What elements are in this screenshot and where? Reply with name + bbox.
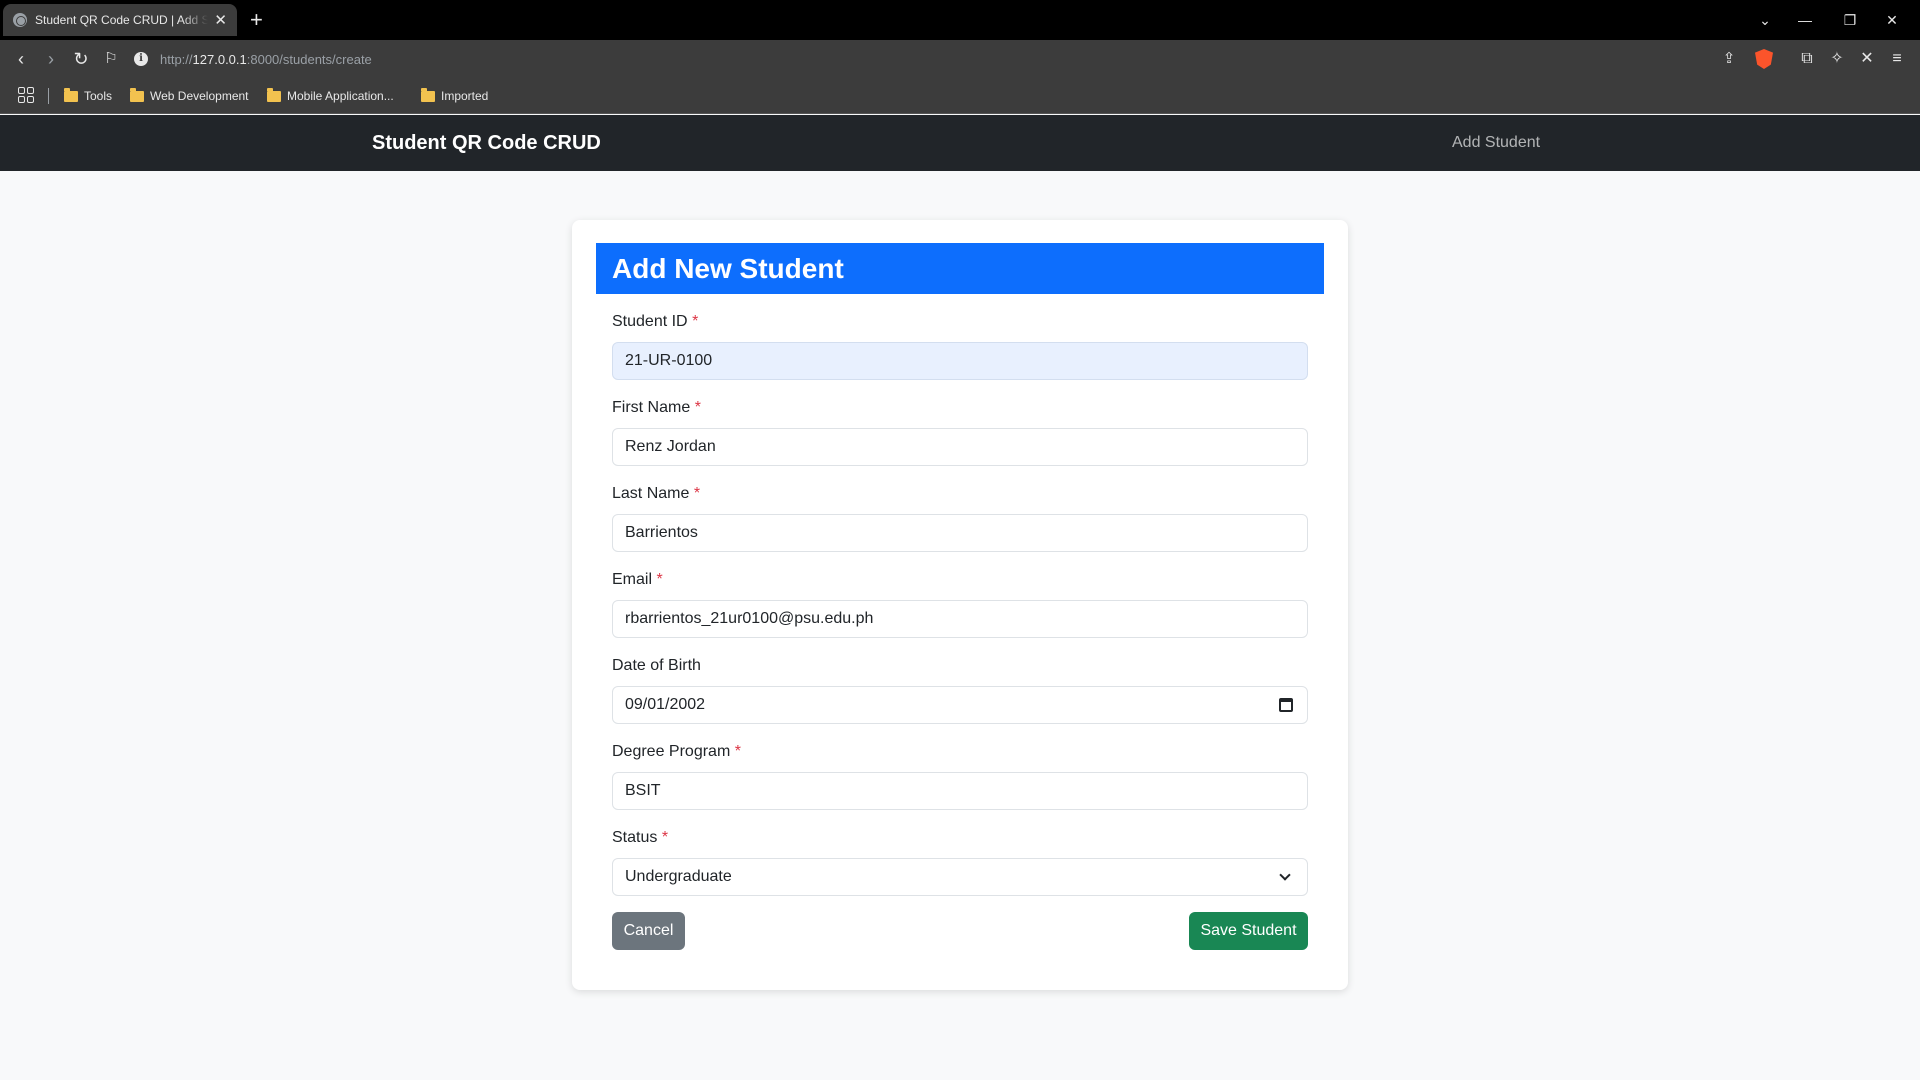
globe-icon (13, 13, 27, 27)
dob-value: 09/01/2002 (625, 696, 706, 713)
save-student-button[interactable]: Save Student (1189, 912, 1308, 950)
folder-icon (130, 87, 144, 102)
calendar-icon[interactable] (1279, 698, 1293, 712)
bookmark-web-development[interactable]: Web Development (130, 87, 249, 105)
last-name-label-text: Last Name (612, 485, 690, 502)
status-select[interactable]: Undergraduate (612, 858, 1308, 896)
status-label-text: Status (612, 829, 658, 846)
tab-search-icon[interactable]: ⌄ (1745, 0, 1785, 40)
dob-label-text: Date of Birth (612, 657, 701, 674)
bookmark-tools[interactable]: Tools (64, 87, 112, 105)
share-icon[interactable]: ⇪ (1718, 48, 1740, 70)
tab-title: Student QR Code CRUD | Add Student (35, 13, 209, 27)
browser-tabstrip: Student QR Code CRUD | Add Student ✕ + ⌄… (0, 0, 1920, 40)
required-mark: * (693, 485, 701, 502)
folder-icon (64, 87, 78, 102)
required-mark: * (656, 571, 663, 588)
status-label: Status * (612, 829, 668, 847)
bookmark-icon[interactable]: ⚐ (100, 48, 122, 70)
student-id-label-text: Student ID (612, 313, 688, 330)
forward-icon[interactable]: › (40, 48, 62, 70)
bookmark-label: Mobile Application... (287, 89, 394, 103)
email-input[interactable] (612, 600, 1308, 638)
first-name-label: First Name * (612, 399, 701, 417)
student-id-input[interactable] (612, 342, 1308, 380)
bookmark-mobile-application[interactable]: Mobile Application... (267, 87, 394, 105)
nav-link-add-student[interactable]: Add Student (1452, 115, 1540, 171)
bookmark-imported[interactable]: Imported (421, 87, 488, 105)
degree-program-label: Degree Program * (612, 743, 741, 761)
close-tab-icon[interactable]: ✕ (214, 11, 227, 29)
last-name-label: Last Name * (612, 485, 700, 503)
dob-input[interactable]: 09/01/2002 (612, 686, 1308, 724)
app-navbar: Student QR Code CRUD Add Student (0, 115, 1920, 171)
bookmark-label: Tools (84, 89, 113, 103)
navbar-brand[interactable]: Student QR Code CRUD (372, 115, 601, 171)
url-path: :8000/students/create (246, 51, 372, 67)
dob-label: Date of Birth (612, 657, 701, 675)
folder-icon (421, 87, 435, 102)
address-bar[interactable]: i http://127.0.0.1:8000/students/create (134, 47, 372, 71)
restore-icon[interactable]: ❐ (1830, 0, 1870, 40)
reload-icon[interactable]: ↻ (70, 48, 92, 70)
add-student-card: Add New Student Student ID * First Name … (572, 220, 1348, 990)
required-mark: * (734, 743, 741, 760)
bookmarks-separator (48, 88, 49, 104)
degree-program-label-text: Degree Program (612, 743, 731, 760)
chevron-down-icon (1279, 869, 1291, 881)
apps-icon[interactable] (18, 87, 34, 103)
url-scheme: http:// (160, 51, 193, 67)
bookmark-label: Web Development (150, 89, 249, 103)
status-selected-value: Undergraduate (625, 868, 732, 885)
minimize-icon[interactable]: — (1785, 0, 1825, 40)
required-mark: * (661, 829, 669, 846)
new-tab-icon[interactable]: + (250, 6, 263, 34)
bookmark-label: Imported (441, 89, 489, 103)
student-id-label: Student ID * (612, 313, 698, 331)
required-mark: * (692, 313, 699, 330)
close-window-icon[interactable]: ✕ (1872, 0, 1912, 40)
required-mark: * (694, 399, 701, 416)
back-icon[interactable]: ‹ (10, 48, 32, 70)
wallet-icon[interactable]: ✕ (1856, 48, 1878, 70)
url-host: 127.0.0.1 (192, 51, 247, 67)
cancel-button[interactable]: Cancel (612, 912, 685, 950)
email-label: Email * (612, 571, 663, 589)
menu-icon[interactable]: ≡ (1886, 48, 1908, 70)
email-label-text: Email (612, 571, 653, 588)
leo-ai-icon[interactable]: ✧ (1826, 48, 1848, 70)
browser-tab[interactable]: Student QR Code CRUD | Add Student ✕ (3, 4, 237, 36)
first-name-label-text: First Name (612, 399, 691, 416)
last-name-input[interactable] (612, 514, 1308, 552)
page-title: Add New Student (596, 243, 1324, 294)
first-name-input[interactable] (612, 428, 1308, 466)
degree-program-input[interactable] (612, 772, 1308, 810)
extensions-icon[interactable]: ⧉ (1796, 48, 1818, 70)
folder-icon (267, 87, 281, 102)
site-info-icon[interactable]: i (134, 52, 148, 66)
